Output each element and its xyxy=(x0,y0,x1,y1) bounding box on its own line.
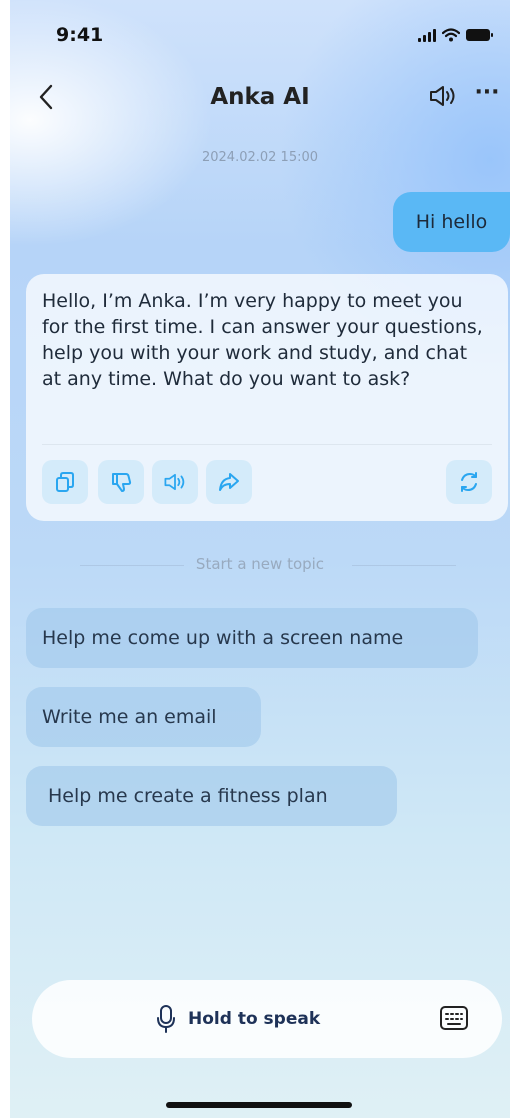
battery-icon xyxy=(466,29,493,41)
status-icons xyxy=(418,28,493,42)
more-button[interactable]: ··· xyxy=(474,80,500,110)
status-bar: 9:41 xyxy=(10,0,510,70)
read-aloud-button[interactable] xyxy=(152,460,198,504)
hold-to-speak-button[interactable]: Hold to speak xyxy=(156,1002,320,1036)
thumbs-down-button[interactable] xyxy=(98,460,144,504)
home-indicator[interactable] xyxy=(166,1102,352,1108)
thumbs-down-icon xyxy=(112,473,132,492)
nav-bar: Anka AI ··· xyxy=(10,76,510,120)
wifi-icon xyxy=(442,28,460,42)
suggestion-chip[interactable]: Help me come up with a screen name xyxy=(26,608,478,668)
speaker-icon xyxy=(430,86,455,106)
suggestion-chip[interactable]: Write me an email xyxy=(26,687,261,747)
microphone-icon xyxy=(157,1005,175,1033)
suggestion-chip[interactable]: Help me create a fitness plan xyxy=(26,766,397,826)
copy-button[interactable] xyxy=(42,460,88,504)
hold-to-speak-label: Hold to speak xyxy=(188,1009,321,1029)
keyboard-toggle-button[interactable] xyxy=(438,1004,470,1034)
share-button[interactable] xyxy=(206,460,252,504)
signal-icon xyxy=(418,28,436,42)
ai-card-divider xyxy=(42,444,492,445)
new-topic-separator: Start a new topic xyxy=(10,555,510,575)
voice-input-bar: Hold to speak xyxy=(32,980,502,1058)
user-message-bubble: Hi hello xyxy=(393,192,510,252)
ai-message-text: Hello, I’m Anka. I’m very happy to meet … xyxy=(42,290,483,390)
copy-icon xyxy=(56,472,74,492)
refresh-icon xyxy=(461,472,477,492)
share-icon xyxy=(219,473,239,491)
message-timestamp: 2024.02.02 15:00 xyxy=(201,150,319,165)
keyboard-icon xyxy=(440,1006,468,1030)
chat-screen: 9:41 Anka AI ··· 2024.02.02 15:00 Hi hel… xyxy=(10,0,510,1118)
regenerate-button[interactable] xyxy=(446,460,492,504)
ai-message-card: Hello, I’m Anka. I’m very happy to meet … xyxy=(26,274,508,521)
speaker-button[interactable] xyxy=(428,84,458,110)
new-topic-label: Start a new topic xyxy=(195,555,325,573)
speaker-icon xyxy=(164,473,185,491)
status-time: 9:41 xyxy=(56,24,104,46)
